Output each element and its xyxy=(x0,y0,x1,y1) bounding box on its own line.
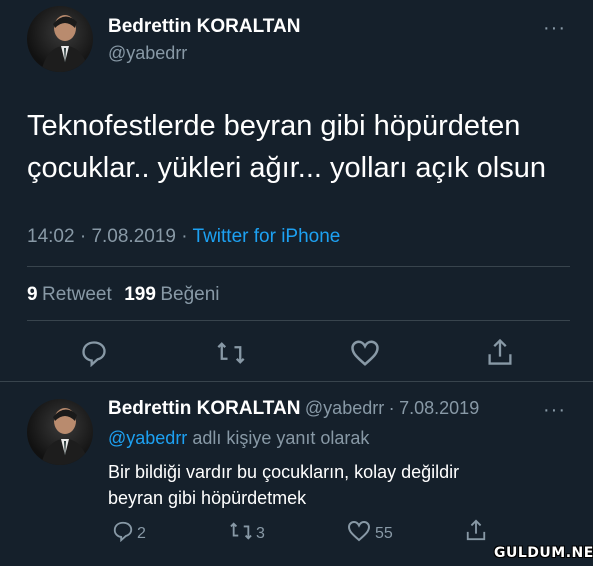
share-icon[interactable] xyxy=(465,518,487,547)
like-icon xyxy=(347,520,371,547)
replying-to: @yabedrr adlı kişiye yanıt olarak xyxy=(108,428,369,449)
author-name[interactable]: Bedrettin KORALTAN xyxy=(108,16,300,38)
watermark: GULDUM.NET xyxy=(494,545,593,561)
tweet-text-line2: çocuklar.. yükleri ağır... yolları açık … xyxy=(27,152,546,184)
tweet-meta: 14:02 · 7.08.2019 · Twitter for iPhone xyxy=(27,226,340,248)
reply-date[interactable]: 7.08.2019 xyxy=(399,398,479,418)
reply-retweet-count: 3 xyxy=(256,524,265,542)
divider xyxy=(27,266,570,267)
tweet-stats: 9 Retweet 199 Beğeni xyxy=(27,284,220,306)
retweet-count: 9 xyxy=(27,284,38,305)
retweet-stat[interactable]: 9 Retweet xyxy=(27,284,116,305)
author-handle[interactable]: @yabedrr xyxy=(108,43,187,64)
meta-separator: · xyxy=(79,226,87,247)
retweet-icon[interactable] xyxy=(216,339,246,372)
like-count: 199 xyxy=(124,284,156,305)
tweet-time[interactable]: 14:02 xyxy=(27,226,75,247)
reply-reply-action[interactable]: 2 xyxy=(112,520,146,547)
replying-to-handle[interactable]: @yabedrr xyxy=(108,428,187,448)
divider xyxy=(0,381,593,382)
reply-author-handle[interactable]: @yabedrr xyxy=(305,398,384,418)
reply-icon xyxy=(112,520,134,547)
reply-icon[interactable] xyxy=(80,339,108,372)
reply-header: Bedrettin KORALTAN @yabedrr · 7.08.2019 xyxy=(108,398,479,420)
like-stat[interactable]: 199 Beğeni xyxy=(124,284,220,305)
reply-like-count: 55 xyxy=(375,524,393,542)
reply-like-action[interactable]: 55 xyxy=(347,520,393,547)
reply-separator: · xyxy=(388,398,395,418)
retweet-icon xyxy=(228,520,254,547)
reply-count: 2 xyxy=(137,524,146,542)
more-options-icon[interactable]: ··· xyxy=(543,17,566,40)
reply-retweet-action[interactable]: 3 xyxy=(228,520,265,547)
retweet-label: Retweet xyxy=(42,284,112,305)
like-icon[interactable] xyxy=(350,339,380,372)
meta-separator: · xyxy=(181,226,188,247)
share-icon[interactable] xyxy=(486,337,514,372)
reply-more-options-icon[interactable]: ··· xyxy=(543,399,566,422)
like-label: Beğeni xyxy=(160,284,220,305)
reply-text-line1: Bir bildiği vardır bu çocukların, kolay … xyxy=(108,462,460,482)
reply-text-line2: beyran gibi höpürdetmek xyxy=(108,488,307,508)
divider xyxy=(27,320,570,321)
replying-to-suffix: adlı kişiye yanıt olarak xyxy=(192,428,370,448)
author-avatar[interactable] xyxy=(27,6,93,72)
reply-author-name[interactable]: Bedrettin KORALTAN xyxy=(108,398,300,419)
tweet-source-link[interactable]: Twitter for iPhone xyxy=(193,226,341,247)
reply-author-avatar[interactable] xyxy=(27,399,93,465)
tweet-date[interactable]: 7.08.2019 xyxy=(91,226,176,247)
tweet-text-line1: Teknofestlerde beyran gibi höpürdeten xyxy=(27,110,521,142)
